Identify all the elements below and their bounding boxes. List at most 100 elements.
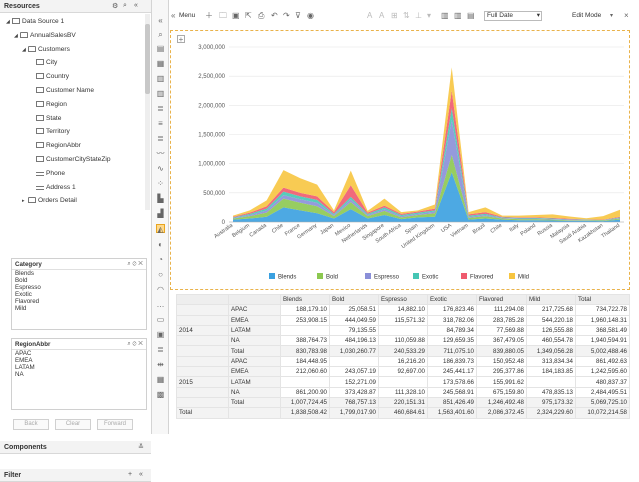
tree-node[interactable]: Territory — [30, 126, 70, 138]
filter-value[interactable]: Bold — [12, 277, 146, 284]
crosstab-icon[interactable]: ▦ — [156, 59, 165, 68]
add-icon[interactable]: ＋ — [205, 11, 213, 21]
text-icon[interactable]: … — [156, 300, 165, 309]
back-button[interactable]: Back — [13, 419, 49, 430]
area-chart[interactable]: + 0 500,000 1,000,000 1,500,000 2,000,000 2,5… — [170, 30, 630, 290]
grid-icon[interactable]: ▦ — [156, 375, 165, 384]
save-icon[interactable]: ▣ — [232, 11, 240, 21]
collapse-icon[interactable]: « — [171, 11, 175, 21]
trend-icon[interactable]: ∿ — [156, 164, 165, 173]
filter-actions-icons[interactable]: ⌕ ⊘ ✕ — [127, 340, 143, 348]
list-icon[interactable]: ≣ — [156, 345, 165, 354]
filter-value[interactable]: Blends — [12, 270, 146, 277]
forward-button[interactable]: Forward — [97, 419, 133, 430]
tree-node[interactable]: State — [30, 113, 61, 125]
font-icon[interactable]: A — [379, 11, 384, 21]
tree-node[interactable]: RegionAbbr — [30, 140, 81, 152]
column-header[interactable]: Mild — [526, 293, 576, 306]
filter-value[interactable]: NA — [12, 371, 146, 378]
tree-node[interactable]: Address 1 — [30, 182, 76, 194]
menu-button[interactable]: Menu — [179, 11, 195, 21]
tree-node[interactable]: Region — [30, 99, 67, 111]
color-icon[interactable]: ▾ — [427, 11, 431, 21]
bar-chart-icon[interactable]: ▥ — [156, 74, 165, 83]
tree-node[interactable]: ▸ Orders Detail — [22, 195, 77, 207]
close-icon[interactable]: × — [624, 11, 629, 21]
stacked-bar-icon[interactable]: ≡ — [156, 119, 165, 128]
grid-icon[interactable]: ▩ — [156, 390, 165, 399]
ring-icon[interactable]: ○ — [156, 270, 165, 279]
print-icon[interactable]: ⎙ — [258, 11, 264, 21]
image-icon[interactable]: ▣ — [156, 330, 165, 339]
tree-scrollbar[interactable] — [145, 14, 150, 210]
tree-node[interactable]: ◢ Customers — [22, 44, 70, 56]
column-chart-icon[interactable]: ▥ — [156, 89, 165, 98]
chevron-down-icon[interactable]: ▾ — [610, 11, 613, 21]
redo-icon[interactable]: ↷ — [283, 11, 290, 21]
filter-actions-icons[interactable]: ⌕ ⊘ ✕ — [127, 260, 143, 268]
tree-node[interactable]: Country — [30, 71, 69, 83]
scatter-icon[interactable]: ⁘ — [156, 179, 165, 188]
crosstab[interactable]: Blends Bold Espresso Exotic Flavored Mild Tota… — [176, 293, 630, 434]
bar-chart-icon[interactable]: ▥ — [441, 11, 449, 21]
area-chart-icon[interactable]: ◭ — [156, 224, 165, 234]
filter-value[interactable]: Mild — [12, 305, 146, 312]
button-icon[interactable]: ▭ — [156, 315, 165, 324]
column-header[interactable] — [228, 293, 281, 306]
date-level-select[interactable]: Full Date ▾ — [484, 11, 542, 21]
filter-value[interactable]: APAC — [12, 350, 146, 357]
export-icon[interactable]: ⇱ — [245, 11, 252, 21]
list-icon[interactable]: ≣ — [156, 134, 165, 143]
column-header[interactable]: Exotic — [427, 293, 477, 306]
filter-value[interactable]: Flavored — [12, 298, 146, 305]
filter-value[interactable]: LATAM — [12, 364, 146, 371]
undo-icon[interactable]: ↶ — [271, 11, 278, 21]
font-icon[interactable]: A — [367, 11, 372, 21]
slider-icon[interactable]: ⇹ — [156, 360, 165, 369]
collapse-icon[interactable]: « — [134, 2, 138, 9]
filter-value[interactable]: Exotic — [12, 291, 146, 298]
sort-icon[interactable]: ⇅ — [403, 11, 410, 21]
collapse-icon[interactable]: ≚ — [138, 443, 144, 451]
tree-node[interactable]: Customer Name — [30, 85, 94, 97]
chart-icon[interactable]: ▤ — [467, 11, 475, 21]
pie-chart-icon[interactable]: ◐ — [156, 240, 165, 249]
filter-icon[interactable]: ⊽ — [295, 11, 301, 21]
list-icon[interactable]: ≣ — [156, 104, 165, 113]
column-header[interactable]: Espresso — [378, 293, 428, 306]
column-chart-icon[interactable]: ▥ — [454, 11, 462, 21]
column-header[interactable]: Total — [575, 293, 630, 306]
collapse-strip-icon[interactable]: « — [156, 16, 165, 25]
edit-mode-select[interactable]: Edit Mode — [572, 11, 601, 21]
filter-value[interactable]: Espresso — [12, 284, 146, 291]
histogram-icon[interactable]: ▙ — [156, 194, 165, 203]
components-header[interactable]: Components ≚ — [0, 441, 151, 454]
table-icon[interactable]: ▤ — [156, 44, 165, 53]
gear-icon[interactable]: ⚙ — [112, 2, 118, 10]
open-folder-icon[interactable]: 🗀 — [219, 11, 227, 21]
tree-node[interactable]: ◢ Data Source 1 — [6, 16, 64, 28]
tree-node[interactable]: ◢ AnnualSalesBV — [14, 30, 76, 42]
region-values[interactable]: APAC EMEA LATAM NA — [12, 350, 146, 378]
column-header[interactable]: Flavored — [476, 293, 527, 306]
column-header[interactable]: Blends — [280, 293, 330, 306]
filter-value[interactable]: EMEA — [12, 357, 146, 364]
search-icon[interactable]: ⌕ — [123, 2, 127, 10]
collapse-filter-icon[interactable]: « — [139, 471, 143, 478]
category-values[interactable]: Blends Bold Espresso Exotic Flavored Mild — [12, 270, 146, 312]
tree-node[interactable]: CustomerCityStateZip — [30, 154, 111, 166]
axis-icon[interactable]: ⊥ — [415, 11, 422, 21]
clear-button[interactable]: Clear — [55, 419, 91, 430]
chart-icon[interactable]: ▟ — [156, 209, 165, 218]
gauge-icon[interactable]: ◠ — [156, 285, 165, 294]
format-icon[interactable]: ⊞ — [391, 11, 398, 21]
column-header[interactable] — [176, 293, 229, 306]
add-filter-button[interactable]: + — [128, 471, 132, 478]
tree-node[interactable]: City — [30, 57, 57, 69]
donut-chart-icon[interactable]: ◔ — [156, 255, 165, 264]
search-icon[interactable]: ⌕ — [156, 30, 165, 39]
line-chart-icon[interactable]: 〰 — [156, 149, 165, 158]
column-header[interactable]: Bold — [329, 293, 379, 306]
expand-icon[interactable]: + — [177, 35, 185, 44]
tree-node[interactable]: Phone — [30, 168, 65, 180]
